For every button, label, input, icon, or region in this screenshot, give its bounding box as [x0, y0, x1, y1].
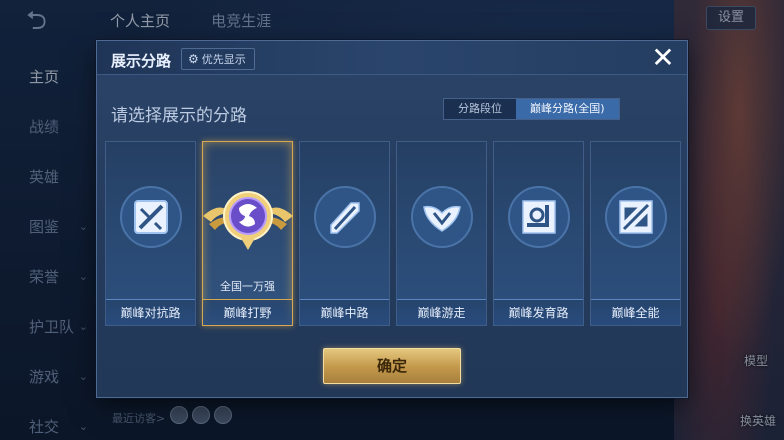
farm-lane-icon [508, 186, 570, 248]
dialog-title: 展示分路 [111, 52, 172, 70]
roam-icon [411, 186, 473, 248]
dialog-header: 展示分路 ⚙ 优先显示 ✕ [97, 41, 687, 75]
lane-card-label: 巅峰发育路 [494, 299, 583, 325]
dialog-subtitle: 请选择展示的分路 [111, 106, 247, 126]
lane-card-label: 巅峰全能 [591, 299, 680, 325]
lane-card-label: 巅峰中路 [300, 299, 389, 325]
lane-card-roam[interactable]: 巅峰游走 [396, 141, 487, 326]
lane-card-label: 巅峰打野 [203, 299, 292, 325]
confirm-button[interactable]: 确定 [323, 348, 461, 384]
priority-display-button[interactable]: ⚙ 优先显示 [181, 48, 255, 70]
lane-display-dialog: 展示分路 ⚙ 优先显示 ✕ 请选择展示的分路 分路段位 巅峰分路(全国) 巅峰对抗… [96, 40, 688, 398]
lane-card-mid[interactable]: 巅峰中路 [299, 141, 390, 326]
jungle-badge-icon [203, 191, 293, 250]
tab-lane-rank[interactable]: 分路段位 [444, 99, 516, 119]
lane-card-label: 巅峰游走 [397, 299, 486, 325]
lane-mode-toggle: 分路段位 巅峰分路(全国) [443, 98, 620, 120]
rank-text: 全国一万强 [220, 280, 275, 293]
lane-card-label: 巅峰对抗路 [106, 299, 195, 325]
lane-card-clash[interactable]: 巅峰对抗路 [105, 141, 196, 326]
lane-card-jungle[interactable]: 全国一万强 巅峰打野 [202, 141, 293, 326]
mid-lane-icon [314, 186, 376, 248]
lane-card-grid: 巅峰对抗路 全国一万强 巅峰打野 巅峰中路 巅峰游走 巅峰发育路 巅峰全能 [105, 141, 681, 326]
lane-card-farm[interactable]: 巅峰发育路 [493, 141, 584, 326]
lane-card-all-round[interactable]: 巅峰全能 [590, 141, 681, 326]
close-icon[interactable]: ✕ [649, 44, 677, 72]
tab-peak-lane-national[interactable]: 巅峰分路(全国) [516, 99, 619, 119]
clash-lane-icon [120, 186, 182, 248]
gear-icon: ⚙ [188, 52, 199, 66]
all-round-icon [605, 186, 667, 248]
priority-display-label: 优先显示 [201, 53, 246, 66]
